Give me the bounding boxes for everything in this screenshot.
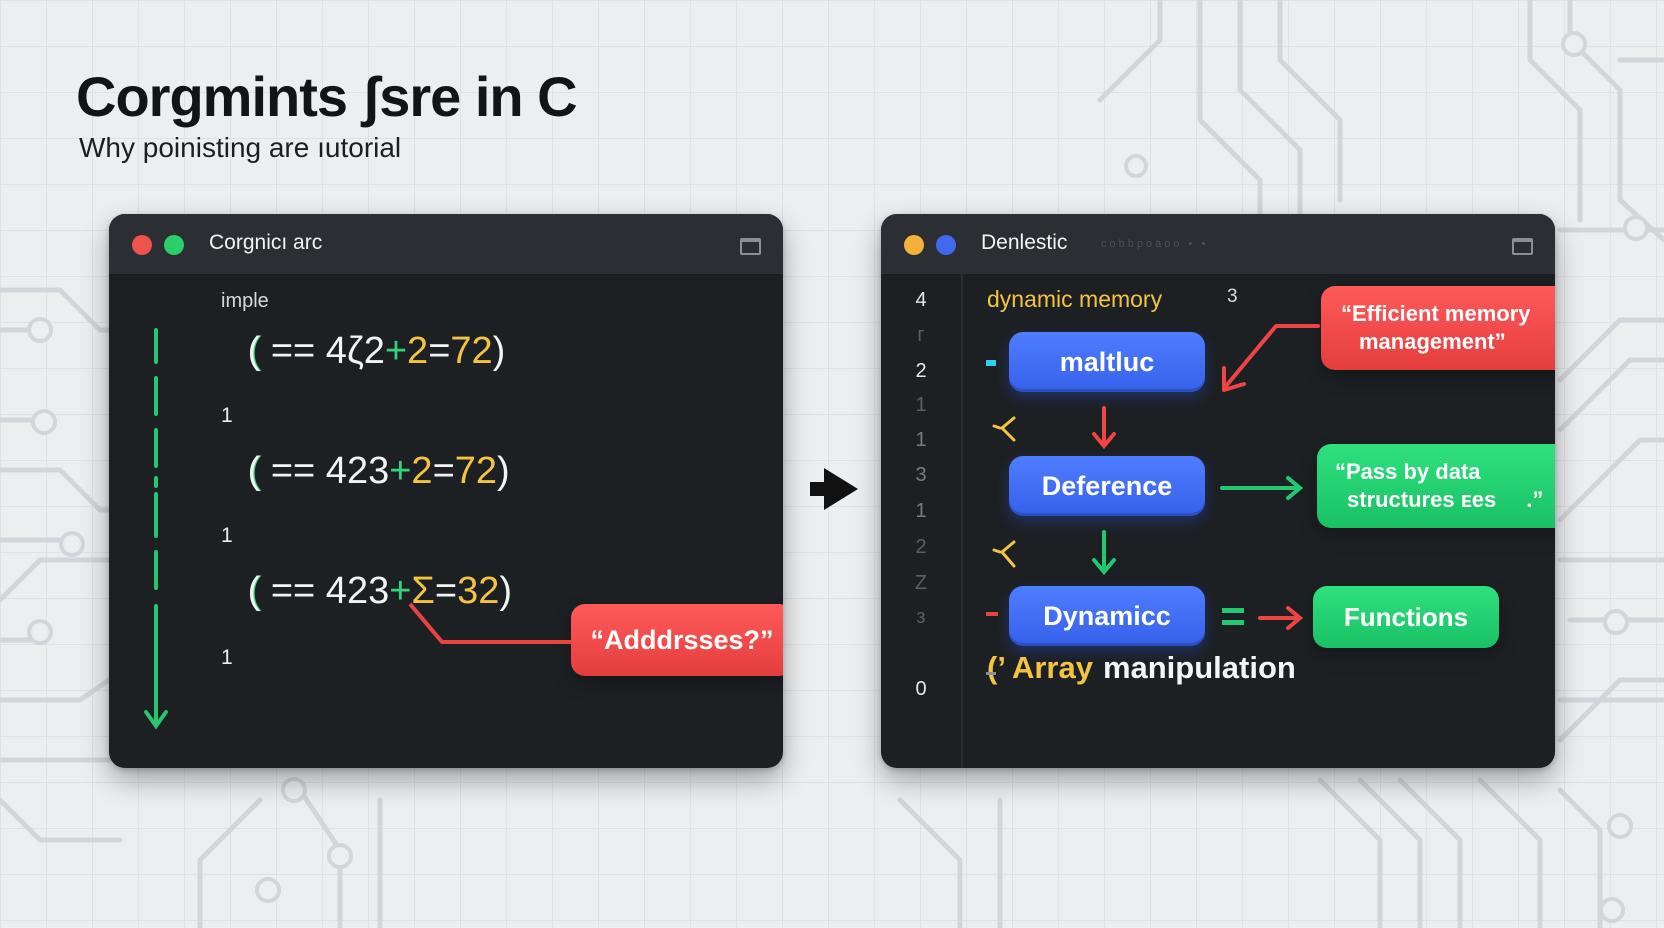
efficient-connector bbox=[1222, 324, 1320, 392]
equals-icon bbox=[1222, 608, 1244, 625]
down-arrow-icon bbox=[1092, 530, 1116, 576]
pass-connector bbox=[1220, 476, 1304, 500]
connector-overlay bbox=[144, 324, 1320, 730]
down-arrow-icon bbox=[1092, 406, 1116, 450]
functions-connector bbox=[1258, 606, 1304, 630]
flow-track bbox=[144, 328, 168, 730]
cursor-marker bbox=[986, 360, 996, 366]
line-marker bbox=[986, 672, 996, 675]
error-marker bbox=[986, 612, 998, 616]
addresses-connector bbox=[408, 602, 572, 644]
bracket-icon bbox=[992, 416, 1016, 568]
arrow-right-icon bbox=[810, 468, 858, 510]
